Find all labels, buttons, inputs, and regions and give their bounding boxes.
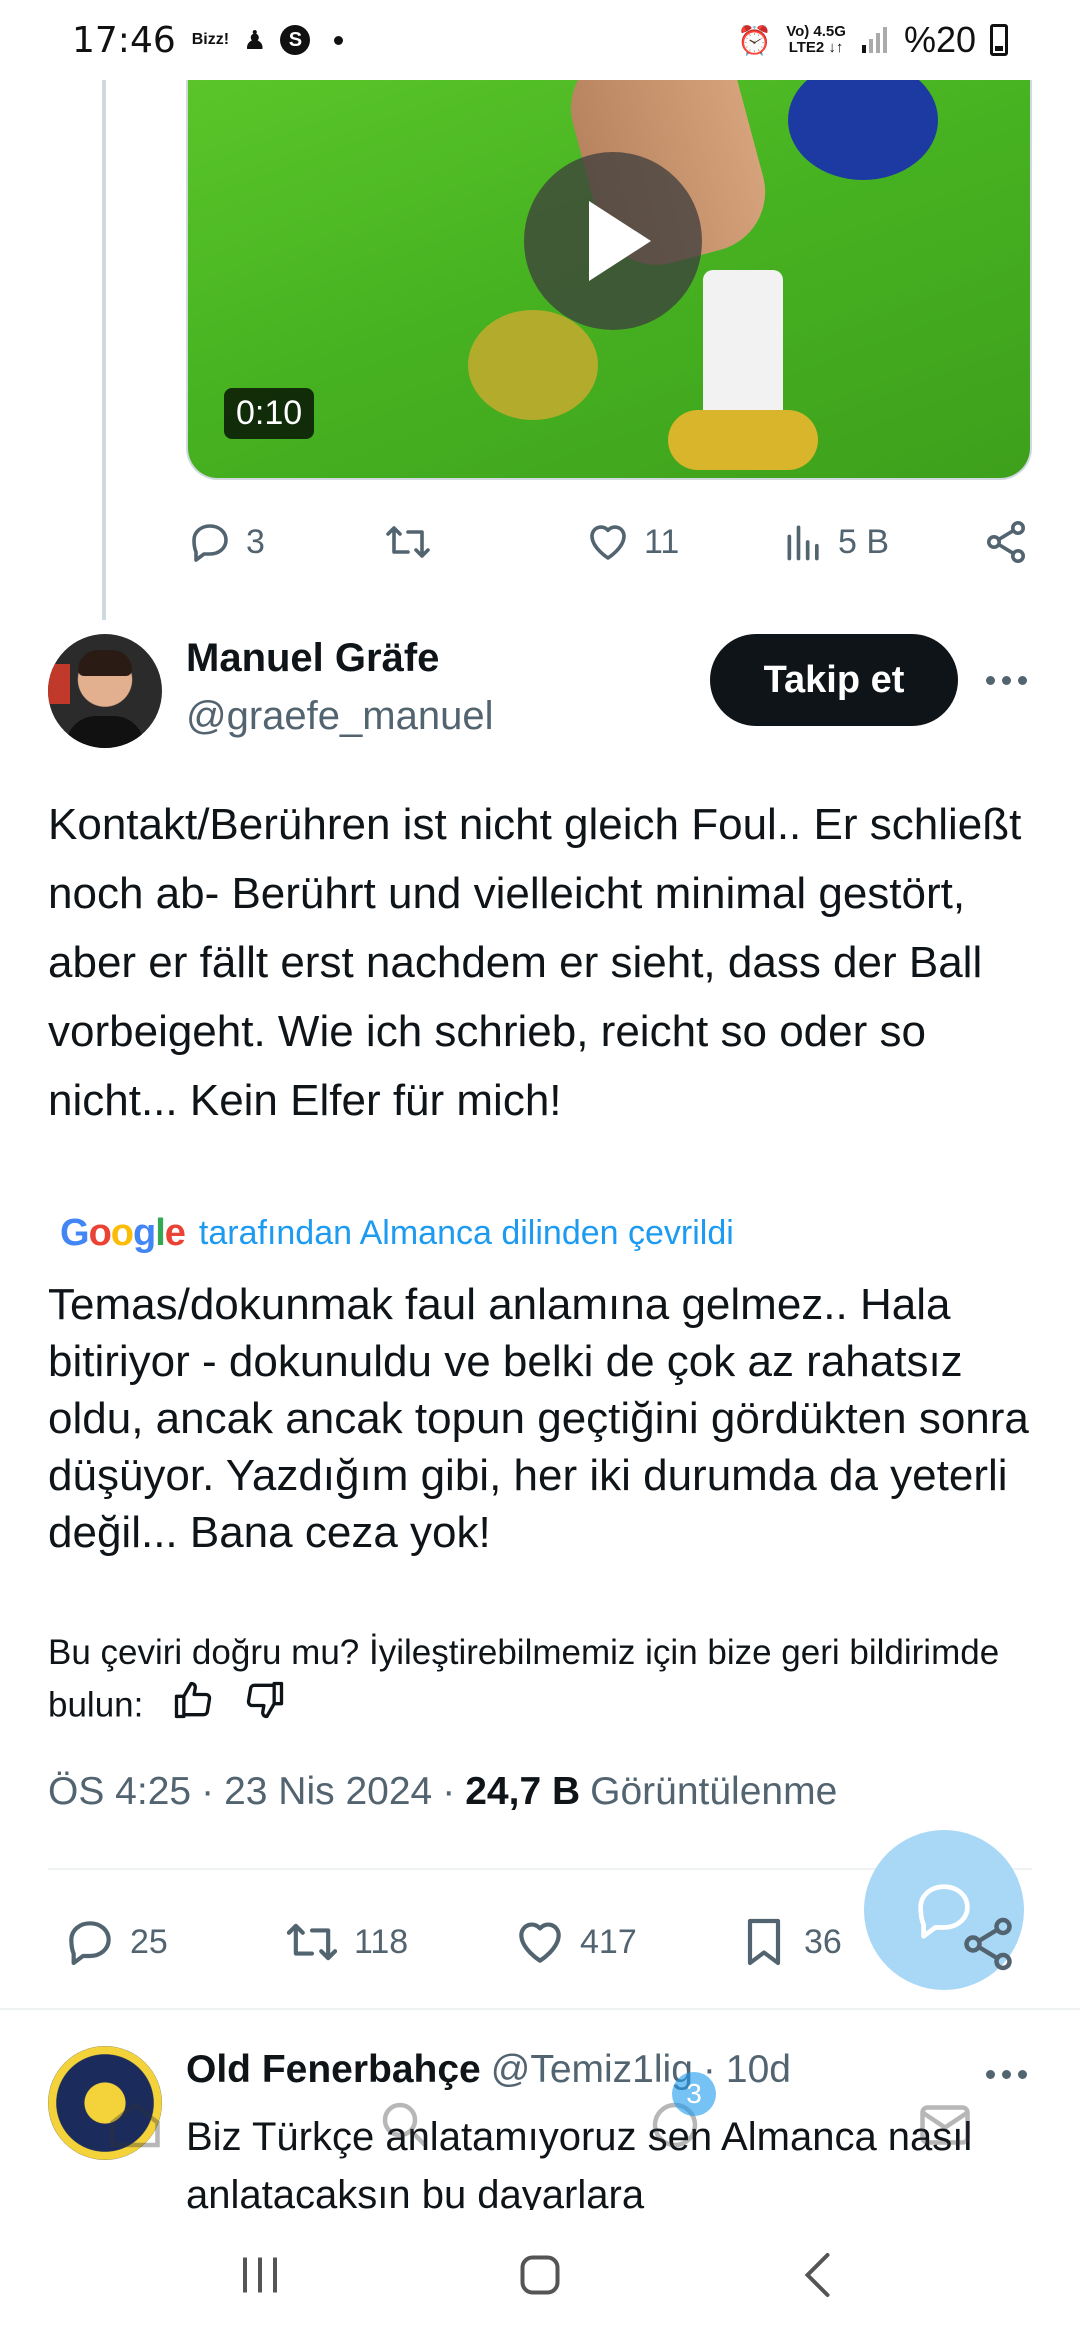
battery-percent: %20 bbox=[903, 19, 976, 60]
like-button[interactable]: 11 bbox=[584, 518, 679, 566]
status-bar: 17:46 Bizz! ♟ S ⏰ Vo) 4.5G LTE2 ↓↑ %20 bbox=[0, 0, 1080, 80]
more-options-icon[interactable] bbox=[986, 676, 1027, 685]
avatar-detail bbox=[48, 664, 70, 704]
share-button[interactable] bbox=[982, 518, 1030, 566]
heart-icon bbox=[519, 1922, 561, 1963]
translation-credit-text: tarafından Almanca dilinden çevrildi bbox=[198, 1214, 734, 1252]
alarm-icon: ⏰ bbox=[737, 24, 773, 56]
avatar-detail bbox=[66, 716, 144, 748]
tweet-translated-text: Temas/dokunmak faul anlamına gelmez.. Ha… bbox=[48, 1280, 1029, 1557]
share-icon bbox=[987, 521, 1025, 563]
author-name[interactable]: Manuel Gräfe bbox=[186, 636, 439, 681]
app-notification-icon: ♟ bbox=[243, 24, 267, 55]
back-icon[interactable] bbox=[790, 2245, 850, 2305]
thread-line bbox=[102, 80, 106, 620]
play-button[interactable] bbox=[524, 152, 702, 330]
translation-credit[interactable]: Google tarafından Almanca dilinden çevri… bbox=[60, 1212, 734, 1255]
reply-button[interactable]: 3 bbox=[186, 518, 265, 566]
video-frame-shape bbox=[668, 410, 818, 470]
reply-count: 25 bbox=[130, 1922, 168, 1961]
bookmark-icon bbox=[747, 1918, 781, 1966]
dot-icon bbox=[334, 35, 344, 45]
meta-separator: · bbox=[442, 1770, 456, 1813]
signal-icon bbox=[861, 27, 887, 53]
s-circle-icon: S bbox=[280, 25, 311, 55]
retweet-button[interactable] bbox=[382, 518, 434, 566]
meta-separator: · bbox=[201, 1770, 215, 1813]
tweet-date: 23 Nis 2024 bbox=[224, 1770, 433, 1813]
retweet-icon bbox=[386, 526, 430, 558]
like-count: 11 bbox=[644, 522, 680, 561]
tweet-action-bar: 25 118 417 36 bbox=[62, 1912, 942, 1972]
video-frame-shape bbox=[468, 310, 598, 420]
tweet-time: ÖS 4:25 bbox=[48, 1770, 192, 1813]
recent-apps-icon[interactable] bbox=[230, 2245, 290, 2305]
status-time: 17:46 bbox=[72, 19, 176, 61]
tweet-views-count: 24,7 B bbox=[465, 1770, 581, 1813]
retweet-count: 118 bbox=[354, 1922, 409, 1961]
fab-share-icon[interactable] bbox=[958, 1914, 1018, 1979]
notification-badge: 3 bbox=[672, 2072, 716, 2116]
thumbs-down-icon[interactable] bbox=[243, 1678, 287, 1736]
retweet-icon bbox=[286, 1923, 338, 1961]
status-right: ⏰ Vo) 4.5G LTE2 ↓↑ %20 bbox=[737, 19, 1008, 61]
thumbs-up-icon[interactable] bbox=[171, 1678, 215, 1736]
play-icon bbox=[589, 201, 651, 281]
video-player[interactable]: 0:10 bbox=[186, 80, 1032, 480]
search-tab-icon[interactable] bbox=[375, 2095, 435, 2155]
tweet-meta: ÖS 4:25 · 23 Nis 2024 · 24,7 B Görüntüle… bbox=[48, 1770, 837, 1814]
divider bbox=[0, 2008, 1080, 2010]
google-logo-icon: Google bbox=[60, 1212, 186, 1254]
author-avatar[interactable] bbox=[48, 634, 162, 748]
home-tab-icon[interactable] bbox=[105, 2095, 165, 2155]
network-indicator: Vo) 4.5G LTE2 ↓↑ bbox=[786, 23, 846, 56]
notification-icons: Bizz! ♟ S bbox=[192, 25, 344, 56]
carrier-app-icon: Bizz! bbox=[191, 31, 230, 48]
avatar-detail bbox=[78, 650, 132, 676]
like-button[interactable]: 417 bbox=[512, 1914, 637, 1970]
video-duration: 0:10 bbox=[224, 388, 315, 439]
views-count: 5 B bbox=[838, 522, 890, 561]
bottom-tab-bar bbox=[0, 2080, 1080, 2170]
bookmark-count: 36 bbox=[804, 1922, 842, 1961]
battery-icon bbox=[990, 24, 1008, 56]
quoted-action-bar: 3 11 5 B bbox=[186, 512, 1032, 572]
retweet-button[interactable]: 118 bbox=[282, 1914, 408, 1970]
reply-icon bbox=[69, 1921, 111, 1966]
tweet-original-text: Kontakt/Berühren ist nicht gleich Foul..… bbox=[48, 800, 1022, 1125]
translation-feedback: Bu çeviri doğru mu? İyileştirebilmemiz i… bbox=[48, 1628, 1008, 1736]
reply-count: 3 bbox=[246, 522, 265, 561]
like-count: 417 bbox=[580, 1922, 637, 1961]
home-icon[interactable] bbox=[510, 2245, 570, 2305]
author-handle[interactable]: @graefe_manuel bbox=[186, 694, 493, 739]
reply-icon bbox=[192, 524, 228, 562]
heart-icon bbox=[590, 525, 626, 560]
video-frame-shape bbox=[703, 270, 783, 430]
video-frame-shape bbox=[788, 80, 938, 180]
bookmark-button[interactable]: 36 bbox=[736, 1914, 842, 1970]
reply-more-options-icon[interactable] bbox=[986, 2070, 1027, 2079]
system-nav-bar bbox=[0, 2210, 1080, 2340]
messages-tab-icon[interactable] bbox=[915, 2095, 975, 2155]
views-button[interactable]: 5 B bbox=[782, 520, 889, 564]
reply-button[interactable]: 25 bbox=[62, 1914, 168, 1970]
tweet-views-label: Görüntülenme bbox=[590, 1770, 838, 1813]
follow-button[interactable]: Takip et bbox=[710, 634, 958, 726]
views-chart-icon bbox=[787, 525, 819, 561]
